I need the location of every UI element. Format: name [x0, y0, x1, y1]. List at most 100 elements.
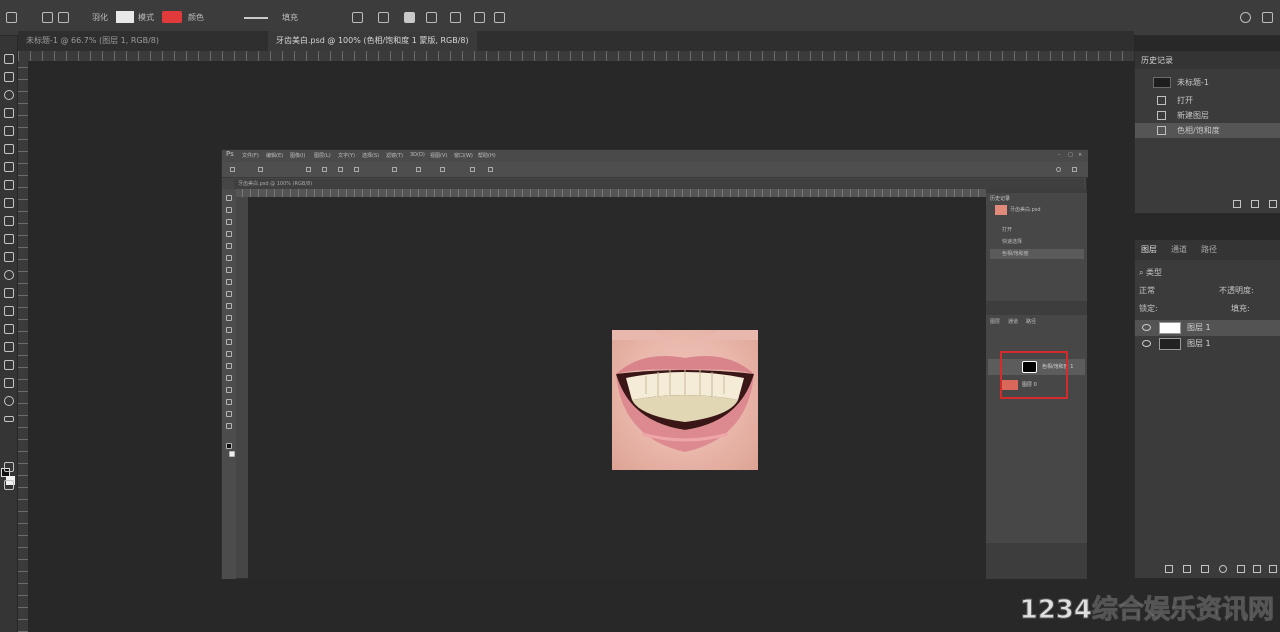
inner-crop-tool-icon[interactable]	[226, 243, 232, 249]
lasso-tool-icon[interactable]	[4, 90, 14, 100]
layer-filter-bar[interactable]: ⌕ 类型	[1139, 266, 1277, 280]
layer-row[interactable]: 图层 1	[1135, 320, 1280, 336]
workspace-icon[interactable]	[1262, 12, 1273, 23]
close-icon[interactable]: ×	[1078, 152, 1082, 158]
inner-gradient-tool-icon[interactable]	[226, 327, 232, 333]
visibility-eye-icon[interactable]	[1142, 324, 1151, 331]
inner-option-icon[interactable]	[440, 167, 445, 172]
new-document-icon[interactable]	[1233, 200, 1241, 208]
blend-mode-select[interactable]: 正常	[1139, 286, 1155, 295]
inner-zoom-tool-icon[interactable]	[226, 423, 232, 429]
stroke-width-icon[interactable]	[244, 17, 268, 19]
inner-menu-item[interactable]: 文字(Y)	[338, 152, 355, 159]
history-item[interactable]: 新建图层	[1135, 108, 1280, 123]
inner-history-snapshot[interactable]: 牙齿美白.psd	[990, 205, 1084, 215]
inner-option-icon[interactable]	[322, 167, 327, 172]
inner-select-tool-icon[interactable]	[226, 231, 232, 237]
inner-background-swatch[interactable]	[229, 451, 235, 457]
quick-mask-icon[interactable]	[4, 462, 14, 472]
minimize-icon[interactable]: –	[1058, 152, 1061, 158]
layer-style-icon[interactable]	[1183, 565, 1191, 573]
inner-menu-item[interactable]: 3D(D)	[410, 152, 425, 158]
align-icon[interactable]	[352, 12, 363, 23]
arrange-icon[interactable]	[426, 12, 437, 23]
inner-option-icon[interactable]	[306, 167, 311, 172]
move-tool-icon[interactable]	[4, 54, 14, 64]
inner-history-item[interactable]: 打开	[990, 225, 1084, 235]
link-layers-icon[interactable]	[1165, 565, 1173, 573]
trash-icon[interactable]	[1269, 565, 1277, 573]
inner-foreground-swatch[interactable]	[226, 443, 232, 449]
inner-tab-channels[interactable]: 通道	[1008, 318, 1018, 325]
inner-tab-paths[interactable]: 路径	[1026, 318, 1036, 325]
inner-shape-tool-icon[interactable]	[226, 399, 232, 405]
inner-option-icon[interactable]	[258, 167, 263, 172]
add-selection-icon[interactable]	[58, 12, 69, 23]
inner-canvas-area[interactable]	[248, 197, 986, 579]
tab-paths[interactable]: 路径	[1201, 244, 1217, 255]
inner-menu-item[interactable]: 滤镜(T)	[386, 152, 403, 159]
inner-hand-tool-icon[interactable]	[226, 411, 232, 417]
tab-channels[interactable]: 通道	[1171, 244, 1187, 255]
inner-search-icon[interactable]	[1056, 167, 1061, 172]
eraser-tool-icon[interactable]	[4, 234, 14, 244]
stroke-swatch[interactable]	[116, 11, 134, 23]
more-tools-icon[interactable]	[4, 416, 14, 422]
inner-tab-layers[interactable]: 图层	[990, 318, 1000, 325]
inner-type-tool-icon[interactable]	[226, 375, 232, 381]
inner-eyedropper-tool-icon[interactable]	[226, 255, 232, 261]
play-icon[interactable]	[474, 12, 485, 23]
history-item[interactable]: 色相/饱和度	[1135, 123, 1280, 138]
inner-menu-item[interactable]: 帮助(H)	[478, 152, 496, 159]
gear-icon[interactable]	[450, 12, 461, 23]
new-selection-icon[interactable]	[42, 12, 53, 23]
search-icon[interactable]	[1240, 12, 1251, 23]
inner-blur-tool-icon[interactable]	[226, 339, 232, 345]
inner-menu-item[interactable]: 编辑(E)	[266, 152, 283, 159]
pen-tool-icon[interactable]	[4, 306, 14, 316]
healing-tool-icon[interactable]	[4, 162, 14, 172]
inner-heal-tool-icon[interactable]	[226, 267, 232, 273]
tab-document-1[interactable]: 未标题-1 @ 66.7% (图层 1, RGB/8)	[18, 31, 167, 51]
inner-menu-item[interactable]: 文件(F)	[242, 152, 259, 159]
inner-option-icon[interactable]	[338, 167, 343, 172]
inner-stamp-tool-icon[interactable]	[226, 291, 232, 297]
crop-tool-icon[interactable]	[4, 126, 14, 136]
quick-select-tool-icon[interactable]	[4, 108, 14, 118]
stamp-tool-icon[interactable]	[4, 198, 14, 208]
inner-eraser-tool-icon[interactable]	[226, 315, 232, 321]
marquee-tool-icon[interactable]	[4, 72, 14, 82]
gradient-tool-icon[interactable]	[4, 252, 14, 262]
inner-workspace-icon[interactable]	[1072, 167, 1077, 172]
inner-option-icon[interactable]	[416, 167, 421, 172]
tab-document-2[interactable]: 牙齿美白.psd @ 100% (色相/饱和度 1 蒙版, RGB/8)	[268, 31, 477, 51]
trash-icon[interactable]	[1269, 200, 1277, 208]
history-brush-tool-icon[interactable]	[4, 216, 14, 226]
tab-layers[interactable]: 图层	[1141, 244, 1157, 255]
distribute-icon[interactable]	[378, 12, 389, 23]
inner-pen-tool-icon[interactable]	[226, 363, 232, 369]
new-group-icon[interactable]	[1237, 565, 1245, 573]
dodge-tool-icon[interactable]	[4, 288, 14, 298]
add-mask-icon[interactable]	[1201, 565, 1209, 573]
inner-marquee-tool-icon[interactable]	[226, 207, 232, 213]
new-snapshot-icon[interactable]	[1251, 200, 1259, 208]
doc-icon[interactable]	[494, 12, 505, 23]
inner-menu-item[interactable]: 视图(V)	[430, 152, 447, 159]
inner-dodge-tool-icon[interactable]	[226, 351, 232, 357]
inner-menu-item[interactable]: 选择(S)	[362, 152, 379, 159]
eyedropper-tool-icon[interactable]	[4, 144, 14, 154]
hand-tool-icon[interactable]	[4, 378, 14, 388]
inner-option-icon[interactable]	[488, 167, 493, 172]
inner-tab-document[interactable]: 牙齿美白.psd @ 100% (RGB/8)	[234, 180, 316, 187]
path-select-tool-icon[interactable]	[4, 342, 14, 352]
inner-brush-tool-icon[interactable]	[226, 279, 232, 285]
shape-tool-icon[interactable]	[4, 360, 14, 370]
inner-history-item[interactable]: 快速选择	[990, 237, 1084, 247]
inner-move-tool-icon[interactable]	[226, 195, 232, 201]
inner-menu-item[interactable]: 窗口(W)	[454, 152, 473, 159]
inner-tool-icon[interactable]	[230, 167, 235, 172]
inner-lasso-tool-icon[interactable]	[226, 219, 232, 225]
new-layer-icon[interactable]	[1253, 565, 1261, 573]
inner-menu-item[interactable]: 图层(L)	[314, 152, 331, 159]
